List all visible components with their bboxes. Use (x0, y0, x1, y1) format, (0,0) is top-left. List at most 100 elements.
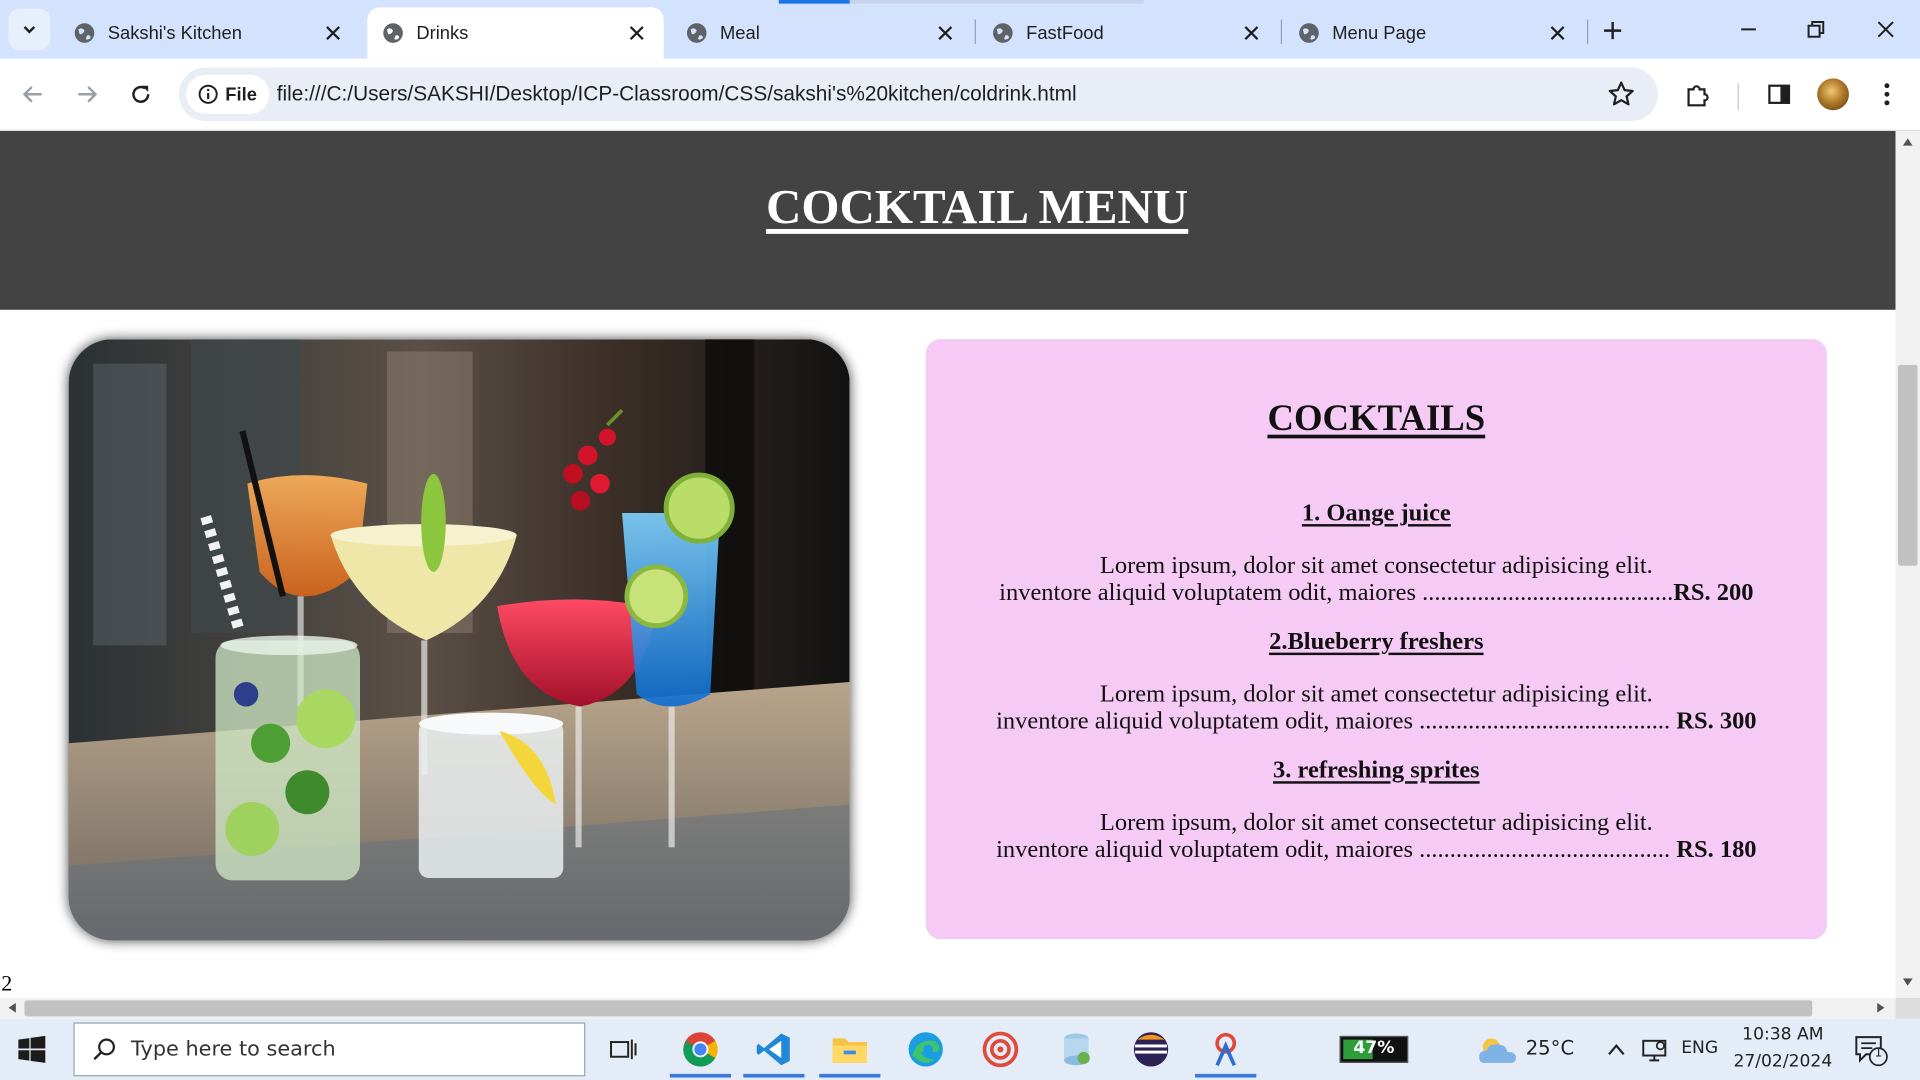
profile-avatar[interactable] (1817, 78, 1849, 111)
restore-button[interactable] (1791, 10, 1840, 49)
weather-cloud-icon[interactable] (1477, 1036, 1519, 1065)
forward-button[interactable] (69, 76, 106, 113)
menu-item-description: Lorem ipsum, dolor sit amet consectetur … (926, 809, 1827, 863)
menu-item-price: RS. 300 (1676, 707, 1757, 735)
new-tab-button[interactable] (1597, 15, 1629, 47)
menu-item-desc-line2: inventore aliquid voluptatem odit, maior… (926, 579, 1827, 606)
language-indicator[interactable]: ENG (1681, 1038, 1718, 1058)
app-taskbar-button[interactable] (965, 1022, 1036, 1076)
notification-count: 1 (1874, 1046, 1883, 1061)
edge-taskbar-button[interactable] (890, 1022, 961, 1076)
tab-label: FastFood (1026, 22, 1104, 44)
scroll-down-arrow-icon[interactable] (1902, 976, 1914, 988)
task-view-icon (610, 1039, 637, 1060)
menu-item-desc-line1: Lorem ipsum, dolor sit amet consectetur … (1099, 552, 1653, 580)
scroll-corner (1895, 997, 1920, 1019)
horizontal-scroll-thumb[interactable] (24, 1000, 1813, 1017)
globe-icon (686, 23, 707, 43)
menu-item-desc-text: inventore aliquid voluptatem odit, maior… (996, 707, 1677, 735)
clock-time[interactable]: 10:38 AM (1729, 1025, 1837, 1045)
task-view-button[interactable] (588, 1022, 659, 1076)
tab-label: Drinks (416, 22, 469, 44)
restore-icon (1807, 21, 1825, 38)
cocktails-menu-card: COCKTAILS 1. Oange juice Lorem ipsum, do… (925, 339, 1827, 940)
menu-item-desc-text: inventore aliquid voluptatem odit, maior… (999, 579, 1674, 607)
menu-item-name: 3. refreshing sprites (1273, 756, 1480, 784)
eclipse-icon (1133, 1032, 1169, 1067)
globe-icon (1299, 23, 1319, 43)
vscode-taskbar-button[interactable] (738, 1022, 809, 1078)
globe-icon (383, 23, 403, 43)
back-button[interactable] (15, 76, 52, 113)
app-taskbar-button[interactable] (1041, 1022, 1112, 1076)
edge-icon (908, 1032, 943, 1067)
tab-separator (1280, 19, 1283, 45)
tab-label: Sakshi's Kitchen (107, 22, 242, 44)
page-viewport: COCKTAIL MENU COCKTAILS 1. Oange juice L… (0, 131, 1896, 998)
minimize-icon (1741, 28, 1756, 31)
url-text[interactable]: file:///C:/Users/SAKSHI/Desktop/ICP-Clas… (277, 82, 1077, 106)
folder-icon (832, 1038, 867, 1063)
toolbar-separator (1737, 83, 1739, 111)
clock-date[interactable]: 27/02/2024 (1729, 1052, 1837, 1072)
address-bar[interactable]: File file:///C:/Users/SAKSHI/Desktop/ICP… (178, 67, 1658, 122)
arrow-left-icon (22, 86, 42, 103)
tab-drinks[interactable]: Drinks (367, 7, 664, 59)
taskbar-search-box[interactable]: Type here to search (73, 1022, 586, 1077)
tab-label: Meal (720, 22, 760, 44)
file-explorer-taskbar-button[interactable] (814, 1022, 885, 1078)
menu-item-desc-line1: Lorem ipsum, dolor sit amet consectetur … (1099, 680, 1653, 708)
close-icon (1877, 21, 1894, 38)
menu-item-price: RS. 200 (1673, 579, 1754, 607)
menu-item-desc-text: inventore aliquid voluptatem odit, maior… (996, 836, 1677, 864)
vscode-icon (756, 1033, 790, 1066)
tab-separator (1586, 19, 1589, 45)
plus-icon (1604, 22, 1622, 40)
scroll-right-arrow-icon[interactable] (1875, 1002, 1887, 1014)
vertical-scroll-thumb[interactable] (1897, 364, 1918, 566)
network-icon[interactable] (1641, 1036, 1668, 1063)
chrome-taskbar-button[interactable] (665, 1022, 736, 1078)
card-title: COCKTAILS (1267, 397, 1486, 439)
browser-menu-button[interactable] (1869, 76, 1906, 113)
tab-sakshis-kitchen[interactable]: Sakshi's Kitchen (59, 7, 360, 58)
site-info-chip[interactable]: File (186, 74, 270, 114)
minimize-button[interactable] (1724, 10, 1773, 49)
reload-button[interactable] (122, 76, 159, 113)
chevron-up-icon[interactable] (1608, 1043, 1625, 1056)
close-icon[interactable] (931, 18, 960, 47)
database-app-icon (1064, 1033, 1090, 1066)
reload-icon (132, 85, 150, 103)
close-icon[interactable] (622, 18, 651, 47)
page-title: COCKTAIL MENU (766, 178, 1189, 234)
weather-temperature[interactable]: 25°C (1526, 1036, 1574, 1059)
menu-item-desc-line1: Lorem ipsum, dolor sit amet consectetur … (1099, 809, 1653, 837)
search-placeholder: Type here to search (131, 1037, 336, 1062)
close-icon[interactable] (318, 18, 347, 47)
tab-search-button[interactable] (8, 8, 51, 51)
menu-item-name: 1. Oange juice (1301, 499, 1451, 527)
battery-percent: 47% (1353, 1038, 1395, 1058)
search-icon (93, 1038, 115, 1061)
menu-item-description: Lorem ipsum, dolor sit amet consectetur … (926, 552, 1827, 606)
bookmark-star-icon[interactable] (1607, 80, 1636, 109)
notification-center-button[interactable]: 1 (1854, 1035, 1888, 1067)
close-window-button[interactable] (1861, 10, 1910, 49)
arrow-right-icon (78, 86, 98, 103)
menu-item-desc-line2: inventore aliquid voluptatem odit, maior… (926, 708, 1827, 735)
tab-meal[interactable]: Meal (671, 7, 972, 58)
windows-start-icon[interactable] (17, 1035, 46, 1064)
extensions-button[interactable] (1680, 76, 1717, 113)
scroll-up-arrow-icon[interactable] (1902, 136, 1914, 148)
close-icon[interactable] (1543, 18, 1572, 47)
side-panel-button[interactable] (1761, 76, 1798, 113)
scroll-left-arrow-icon[interactable] (6, 1002, 18, 1014)
tab-menu-page[interactable]: Menu Page (1283, 7, 1584, 58)
app-taskbar-button[interactable] (1190, 1022, 1261, 1078)
battery-indicator[interactable]: 47% (1339, 1035, 1409, 1063)
close-icon[interactable] (1237, 18, 1266, 47)
site-chip-label: File (225, 83, 257, 105)
tab-label: Menu Page (1332, 22, 1427, 44)
tab-fastfood[interactable]: FastFood (977, 7, 1278, 58)
eclipse-taskbar-button[interactable] (1116, 1022, 1187, 1076)
